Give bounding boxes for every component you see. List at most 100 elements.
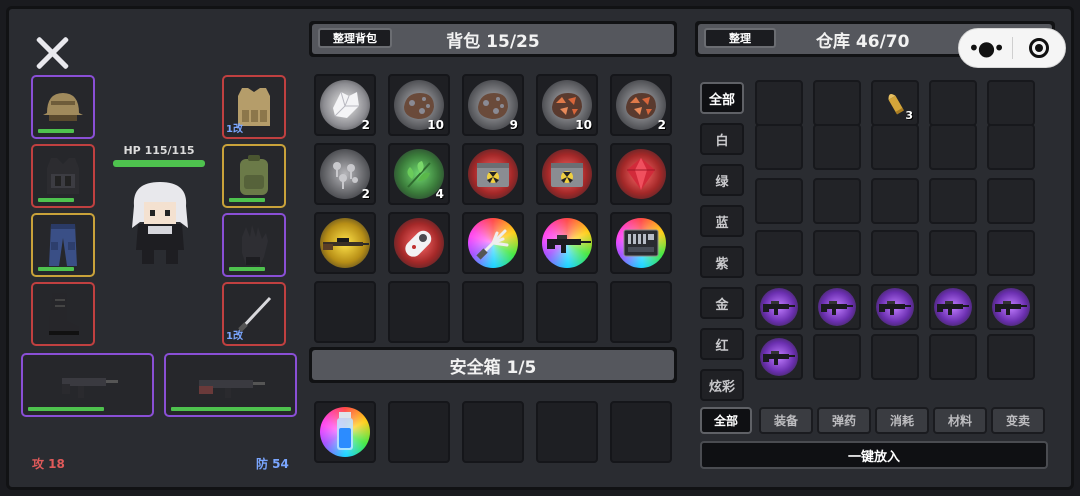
- backpack-slot[interactable]: 2: [314, 143, 376, 205]
- helmet-slot[interactable]: [31, 75, 95, 139]
- backpack-slot[interactable]: [462, 212, 524, 274]
- warehouse-slot[interactable]: [813, 178, 861, 224]
- item-purple-glow: [992, 288, 1030, 326]
- category-tab[interactable]: 变卖: [991, 407, 1045, 434]
- category-tab[interactable]: 装备: [759, 407, 813, 434]
- filter-tab[interactable]: 红: [700, 328, 744, 360]
- sort-backpack-button[interactable]: 整理背包: [318, 28, 392, 48]
- melee-slot[interactable]: 1改: [222, 282, 286, 346]
- warehouse-slot[interactable]: [987, 230, 1035, 276]
- warehouse-slot[interactable]: [929, 230, 977, 276]
- warehouse-slot[interactable]: [813, 334, 861, 380]
- put-all-button[interactable]: 一键放入: [700, 441, 1048, 469]
- hp-bar-fill: [113, 160, 205, 167]
- warehouse-slot[interactable]: [755, 178, 803, 224]
- filter-tab[interactable]: 金: [700, 287, 744, 319]
- warehouse-slot[interactable]: [929, 334, 977, 380]
- smg-icon: [61, 378, 118, 398]
- backpack-slot[interactable]: 2: [314, 74, 376, 136]
- warehouse-slot[interactable]: [987, 178, 1035, 224]
- warehouse-slot[interactable]: [929, 284, 977, 330]
- backpack-slot[interactable]: 10: [536, 74, 598, 136]
- backpack-slot[interactable]: [536, 212, 598, 274]
- backpack-slot[interactable]: [462, 143, 524, 205]
- filter-tab[interactable]: 全部: [700, 82, 744, 114]
- item-count: 10: [427, 118, 444, 132]
- screws-icon: [333, 162, 358, 189]
- backpack-slot[interactable]: 10: [388, 74, 450, 136]
- filter-tab[interactable]: 紫: [700, 246, 744, 278]
- backpack-slot[interactable]: [462, 281, 524, 343]
- gloves-slot[interactable]: [222, 213, 286, 277]
- durability-bar: [38, 129, 74, 133]
- sort-warehouse-button[interactable]: 整理: [704, 28, 776, 48]
- boots-slot[interactable]: [31, 282, 95, 346]
- warehouse-slot[interactable]: [929, 80, 977, 126]
- item-count: 9: [509, 118, 518, 132]
- warehouse-slot[interactable]: [987, 80, 1035, 126]
- warehouse-slot[interactable]: [755, 80, 803, 126]
- warehouse-slot[interactable]: [871, 124, 919, 170]
- backpack-slot[interactable]: 4: [388, 143, 450, 205]
- warehouse-slot[interactable]: [871, 178, 919, 224]
- pants-slot[interactable]: [31, 213, 95, 277]
- backpack-slot[interactable]: [610, 143, 672, 205]
- backpack-slot[interactable]: 2: [610, 74, 672, 136]
- warehouse-slot[interactable]: [813, 230, 861, 276]
- filter-tab[interactable]: 炫彩: [700, 369, 744, 401]
- safebox-slot[interactable]: [462, 401, 524, 463]
- warehouse-slot[interactable]: [755, 284, 803, 330]
- warehouse-slot[interactable]: [755, 230, 803, 276]
- warehouse-slot[interactable]: [755, 334, 803, 380]
- backpack-slot[interactable]: [314, 281, 376, 343]
- secondary-weapon-slot[interactable]: [164, 353, 297, 417]
- warehouse-slot[interactable]: [813, 284, 861, 330]
- warehouse-slot[interactable]: [929, 124, 977, 170]
- backpack-header: 整理背包 背包 15/25: [309, 21, 677, 57]
- warehouse-slot[interactable]: [755, 124, 803, 170]
- more-icon[interactable]: •●•: [959, 29, 1012, 67]
- warehouse-slot[interactable]: [813, 80, 861, 126]
- primary-weapon-slot[interactable]: [21, 353, 154, 417]
- close-icon[interactable]: [34, 34, 72, 72]
- backpack-slot[interactable]: [222, 144, 286, 208]
- tactical-vest-slot[interactable]: [31, 144, 95, 208]
- upgrade-level: 1改: [226, 331, 243, 342]
- warehouse-slot[interactable]: [813, 124, 861, 170]
- warehouse-slot[interactable]: [871, 284, 919, 330]
- rifle-icon: [763, 301, 795, 315]
- character-avatar: [132, 182, 188, 264]
- category-tab[interactable]: 材料: [933, 407, 987, 434]
- close-miniprogram-icon[interactable]: [1013, 29, 1065, 67]
- backpack-slot[interactable]: [388, 212, 450, 274]
- safebox-slot[interactable]: [536, 401, 598, 463]
- filter-tab[interactable]: 蓝: [700, 205, 744, 237]
- radioactive-case-icon: [477, 163, 509, 187]
- backpack-slot[interactable]: [536, 281, 598, 343]
- category-tab[interactable]: 弹药: [817, 407, 871, 434]
- warehouse-slot[interactable]: [987, 284, 1035, 330]
- safebox-slot[interactable]: [610, 401, 672, 463]
- armor-vest-slot[interactable]: 1改: [222, 75, 286, 139]
- category-tab[interactable]: 全部: [700, 407, 752, 434]
- warehouse-slot[interactable]: [987, 334, 1035, 380]
- backpack-slot[interactable]: [388, 281, 450, 343]
- item-count: 2: [361, 187, 370, 201]
- warehouse-slot[interactable]: [871, 334, 919, 380]
- filter-tab[interactable]: 白: [700, 123, 744, 155]
- category-tab[interactable]: 消耗: [875, 407, 929, 434]
- warehouse-slot[interactable]: [929, 178, 977, 224]
- warehouse-slot[interactable]: [987, 124, 1035, 170]
- backpack-slot[interactable]: 9: [462, 74, 524, 136]
- backpack-slot[interactable]: [610, 212, 672, 274]
- safebox-slot[interactable]: [388, 401, 450, 463]
- backpack-slot[interactable]: [610, 281, 672, 343]
- warehouse-slot[interactable]: [871, 230, 919, 276]
- helmet-icon: [43, 93, 83, 121]
- durability-bar: [171, 407, 291, 411]
- safebox-slot[interactable]: [314, 401, 376, 463]
- backpack-slot[interactable]: [536, 143, 598, 205]
- warehouse-slot[interactable]: 3: [871, 80, 919, 126]
- filter-tab[interactable]: 绿: [700, 164, 744, 196]
- backpack-slot[interactable]: [314, 212, 376, 274]
